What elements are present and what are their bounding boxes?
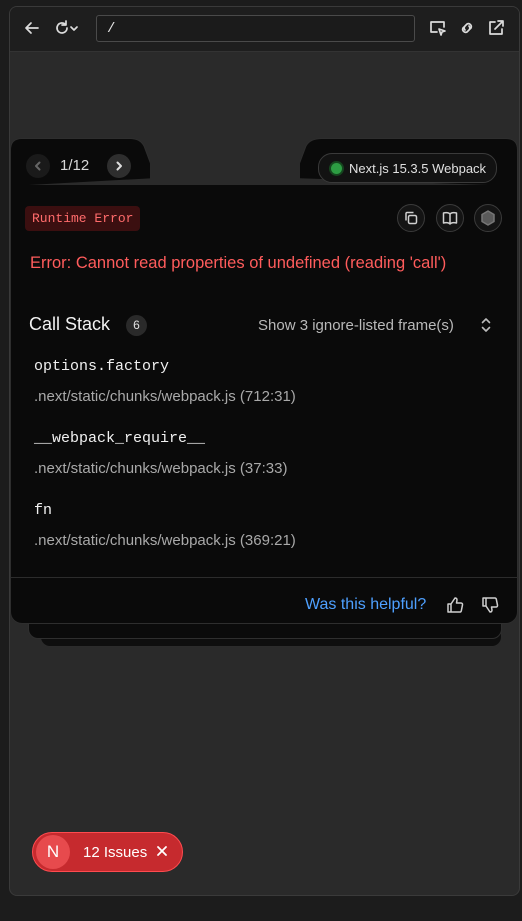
copy-icon	[405, 211, 418, 225]
back-arrow-icon[interactable]	[21, 17, 43, 39]
nodejs-inspector-button[interactable]	[474, 204, 502, 232]
error-type-badge: Runtime Error	[25, 206, 141, 231]
url-bar[interactable]: /	[96, 15, 415, 42]
previous-error-button[interactable]	[26, 154, 50, 178]
frame-location[interactable]: .next/static/chunks/webpack.js (369:21)	[34, 532, 296, 549]
browser-window: / 1/12 Next.js 15.3.5 Webpack Was this h…	[9, 6, 520, 896]
error-pager-count: 1/12	[60, 157, 90, 174]
chevron-left-icon	[35, 161, 41, 171]
next-error-button[interactable]	[107, 154, 131, 178]
chevron-down-icon[interactable]	[67, 17, 81, 39]
nextjs-version-badge[interactable]: Next.js 15.3.5 Webpack	[318, 153, 498, 183]
show-ignored-frames-toggle[interactable]: Show 3 ignore-listed frame(s)	[258, 317, 454, 334]
browser-toolbar: /	[10, 7, 519, 52]
issues-count-label: 12 Issues	[83, 844, 148, 861]
footer-divider	[11, 577, 519, 578]
open-external-icon[interactable]	[485, 17, 507, 39]
open-docs-button[interactable]	[436, 204, 464, 232]
copy-error-button[interactable]	[397, 204, 425, 232]
frame-location[interactable]: .next/static/chunks/webpack.js (712:31)	[34, 388, 296, 405]
frame-function-name: fn	[34, 502, 53, 519]
call-stack-title: Call Stack	[29, 314, 111, 334]
error-message: Error: Cannot read properties of undefin…	[30, 254, 447, 272]
nextjs-logo-icon: N	[36, 835, 70, 869]
nodejs-hexagon-icon	[481, 210, 495, 226]
link-icon[interactable]	[456, 17, 478, 39]
version-label: Next.js 15.3.5 Webpack	[349, 160, 487, 176]
feedback-question: Was this helpful?	[305, 596, 427, 613]
close-icon[interactable]	[155, 844, 169, 863]
frame-location[interactable]: .next/static/chunks/webpack.js (37:33)	[34, 460, 287, 477]
thumbs-up-icon[interactable]	[445, 595, 465, 620]
stack-frame[interactable]: fn .next/static/chunks/webpack.js (369:2…	[34, 502, 296, 549]
inspect-element-icon[interactable]	[427, 17, 449, 39]
chevron-right-icon	[116, 161, 122, 171]
status-dot-icon	[331, 162, 342, 174]
stack-frame[interactable]: options.factory .next/static/chunks/webp…	[34, 358, 296, 405]
stack-frame[interactable]: __webpack_require__ .next/static/chunks/…	[34, 430, 287, 477]
frame-function-name: options.factory	[34, 358, 170, 375]
book-icon	[442, 211, 458, 225]
chevron-up-down-icon[interactable]	[480, 316, 492, 339]
call-stack-count-badge: 6	[126, 315, 147, 336]
frame-function-name: __webpack_require__	[34, 430, 206, 447]
issues-badge-button[interactable]: N 12 Issues	[32, 832, 183, 872]
thumbs-down-icon[interactable]	[480, 595, 500, 620]
